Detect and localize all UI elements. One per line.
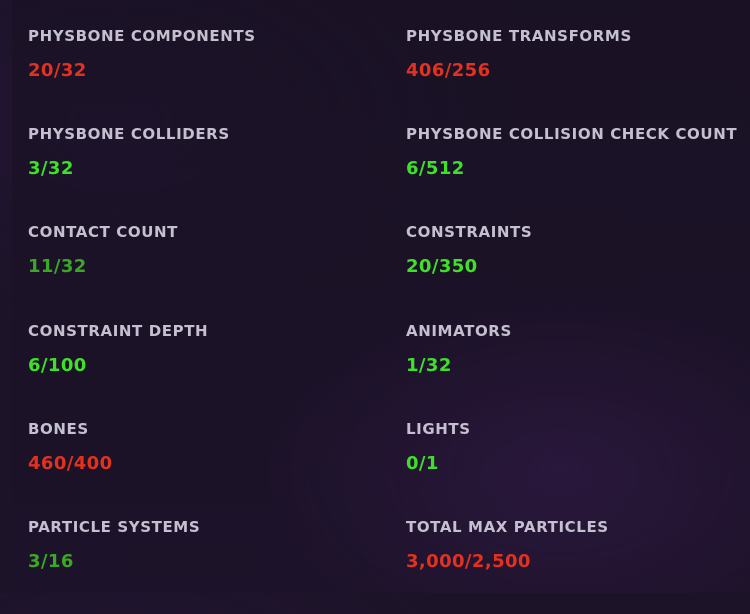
stat-label: PHYSBONE COLLIDERS: [28, 125, 230, 144]
stat-label: CONTACT COUNT: [28, 223, 178, 242]
stat-physbone-components: PHYSBONE COMPONENTS 20/32: [28, 25, 406, 123]
stat-label: BONES: [28, 419, 89, 438]
stat-value: 11/32: [28, 256, 87, 278]
stat-label: PHYSBONE COMPONENTS: [28, 27, 256, 45]
stat-animators: ANIMATORS 1/32: [406, 320, 750, 418]
stat-value: 406/256: [406, 60, 491, 81]
stat-label: LIGHTS: [406, 419, 471, 438]
stat-constraints: CONSTRAINTS 20/350: [406, 221, 750, 319]
stat-bones: BONES 460/400: [28, 418, 406, 516]
stat-lights: LIGHTS 0/1: [406, 418, 750, 516]
stat-label: CONSTRAINTS: [406, 223, 533, 242]
stat-label: ANIMATORS: [406, 321, 512, 340]
stat-value: 460/400: [28, 452, 113, 474]
stat-physbone-colliders: PHYSBONE COLLIDERS 3/32: [28, 123, 406, 221]
stat-label: PARTICLE SYSTEMS: [28, 517, 201, 536]
stat-label: TOTAL MAX PARTICLES: [406, 517, 609, 536]
stat-value: 3/16: [28, 550, 74, 572]
stat-label: CONSTRAINT DEPTH: [28, 321, 209, 340]
stat-total-max-particles: TOTAL MAX PARTICLES 3,000/2,500: [406, 516, 750, 614]
stat-value: 6/512: [406, 158, 465, 180]
stat-value: 0/1: [406, 452, 439, 474]
stat-value: 20/32: [28, 60, 87, 81]
stat-label: PHYSBONE TRANSFORMS: [406, 27, 632, 45]
stat-value: 3/32: [28, 158, 74, 180]
stat-value: 3,000/2,500: [406, 550, 531, 572]
stat-constraint-depth: CONSTRAINT DEPTH 6/100: [28, 320, 406, 418]
stat-value: 6/100: [28, 354, 87, 376]
stat-value: 1/32: [406, 354, 452, 376]
stat-value: 20/350: [406, 256, 478, 278]
performance-stats-grid: PHYSBONE COMPONENTS 20/32 PHYSBONE TRANS…: [28, 25, 750, 614]
stat-physbone-collision-check-count: PHYSBONE COLLISION CHECK COUNT 6/512: [406, 123, 750, 221]
stat-label: PHYSBONE COLLISION CHECK COUNT: [406, 125, 738, 144]
stat-particle-systems: PARTICLE SYSTEMS 3/16: [28, 516, 406, 614]
stat-contact-count: CONTACT COUNT 11/32: [28, 221, 406, 319]
stat-physbone-transforms: PHYSBONE TRANSFORMS 406/256: [406, 25, 750, 123]
